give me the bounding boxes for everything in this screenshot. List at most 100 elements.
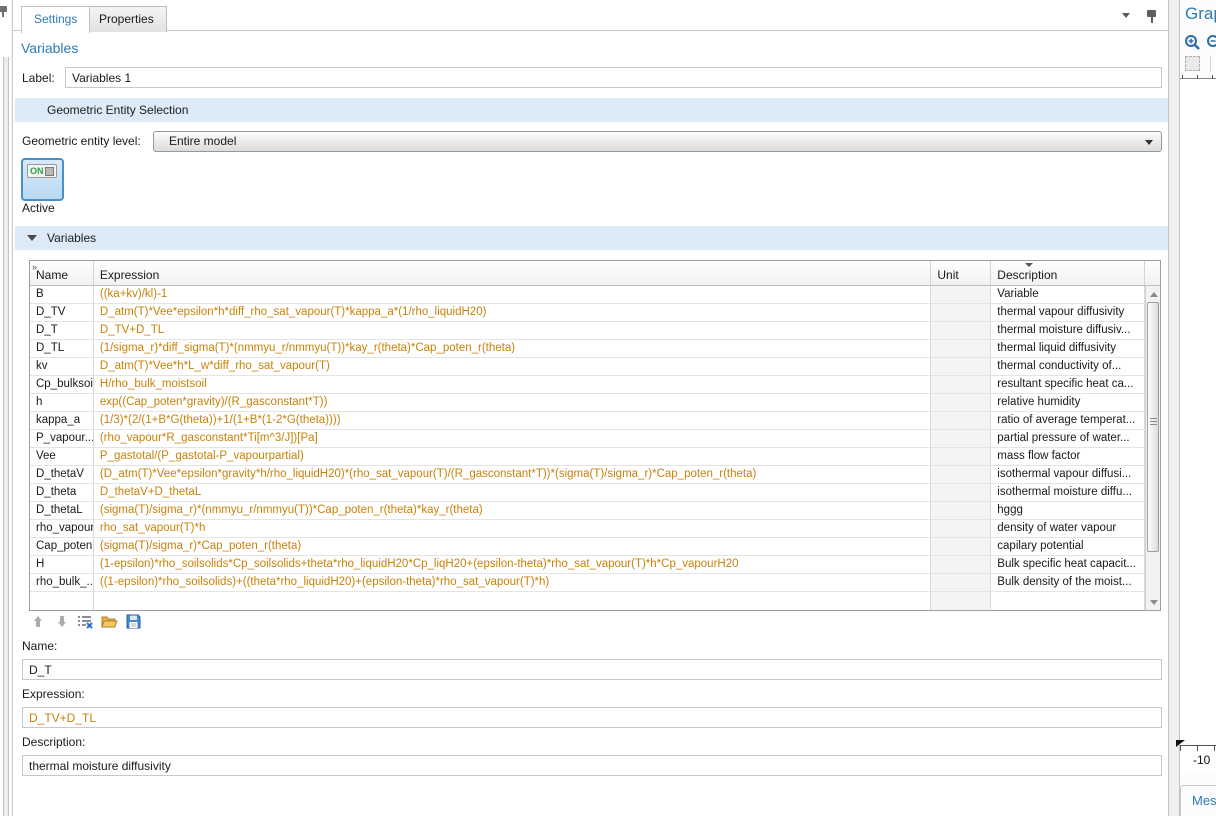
cell-unit[interactable] (931, 538, 991, 555)
description-input[interactable] (22, 755, 1162, 776)
geometric-entity-level-select[interactable]: Entire model (153, 131, 1162, 152)
cell-name[interactable]: Vee (30, 448, 94, 465)
cell-unit[interactable] (931, 286, 991, 303)
table-row[interactable]: D_TL(1/sigma_r)*diff_sigma(T)*(nmmyu_r/n… (30, 340, 1160, 358)
cell-name[interactable]: rho_bulk_... (30, 574, 94, 591)
zoom-out-icon[interactable] (1206, 34, 1216, 51)
cell-description[interactable]: Variable (991, 286, 1145, 303)
active-toggle-button[interactable]: ON (21, 158, 64, 201)
scroll-up-button[interactable] (1147, 287, 1160, 301)
table-row[interactable]: hexp((Cap_poten*gravity)/(R_gasconstant*… (30, 394, 1160, 412)
cell-name[interactable]: rho_vapour (30, 520, 94, 537)
cell-description[interactable]: partial pressure of water... (991, 430, 1145, 447)
cell-unit[interactable] (931, 394, 991, 411)
clear-table-button[interactable] (77, 613, 94, 630)
cell-description[interactable]: mass flow factor (991, 448, 1145, 465)
cell-expression[interactable]: exp((Cap_poten*gravity)/(R_gasconstant*T… (94, 394, 931, 411)
label-input[interactable] (65, 67, 1162, 88)
cell-expression[interactable]: D_thetaV+D_thetaL (94, 484, 931, 501)
table-row[interactable]: H(1-epsilon)*rho_soilsolids*Cp_soilsolid… (30, 556, 1160, 574)
cell-expression[interactable]: D_TV+D_TL (94, 322, 931, 339)
move-down-button[interactable] (53, 613, 70, 630)
pin-icon[interactable] (0, 5, 10, 18)
cell-unit[interactable] (931, 448, 991, 465)
scrollbar-thumb[interactable] (1147, 302, 1159, 552)
cell-expression[interactable]: (sigma(T)/sigma_r)*Cap_poten_r(theta) (94, 538, 931, 555)
cell-expression[interactable] (94, 592, 931, 610)
table-row[interactable]: rho_bulk_...((1-epsilon)*rho_soilsolids)… (30, 574, 1160, 592)
cell-description[interactable]: ratio of average temperat... (991, 412, 1145, 429)
cell-expression[interactable]: rho_sat_vapour(T)*h (94, 520, 931, 537)
table-row[interactable]: D_thetaD_thetaV+D_thetaL isothermal moist… (30, 484, 1160, 502)
cell-expression[interactable]: (1/3)*(2/(1+B*G(theta))+1/(1+B*(1-2*G(th… (94, 412, 931, 429)
cell-unit[interactable] (931, 304, 991, 321)
move-columns-icon[interactable]: » (32, 262, 36, 272)
table-row[interactable]: D_thetaV(D_atm(T)*Vee*epsilon*gravity*h/… (30, 466, 1160, 484)
graphics-canvas[interactable]: -10 (1180, 79, 1216, 772)
cell-expression[interactable]: (sigma(T)/sigma_r)*(nmmyu_r/nmmyu(T))*Ca… (94, 502, 931, 519)
cell-description[interactable]: isothermal vapour diffusi... (991, 466, 1145, 483)
cell-unit[interactable] (931, 556, 991, 573)
scroll-down-button[interactable] (1147, 595, 1160, 609)
tab-settings[interactable]: Settings (21, 6, 90, 33)
table-scrollbar[interactable] (1145, 286, 1160, 610)
panel-menu-chevron-icon[interactable] (1122, 13, 1130, 18)
load-from-file-button[interactable] (101, 613, 118, 630)
table-row[interactable]: D_TVD_atm(T)*Vee*epsilon*h*diff_rho_sat_… (30, 304, 1160, 322)
cell-name[interactable]: D_thetaV (30, 466, 94, 483)
table-row[interactable]: kvD_atm(T)*Vee*h*L_w*diff_rho_sat_vapour… (30, 358, 1160, 376)
cell-name[interactable]: D_theta (30, 484, 94, 501)
pin-icon[interactable] (1147, 10, 1156, 23)
name-input[interactable] (22, 659, 1162, 680)
cell-unit[interactable] (931, 520, 991, 537)
cell-description[interactable]: capilary potential (991, 538, 1145, 555)
cell-description[interactable]: hggg (991, 502, 1145, 519)
cell-description[interactable]: thermal liquid diffusivity (991, 340, 1145, 357)
cell-unit[interactable] (931, 430, 991, 447)
table-row[interactable]: D_TD_TV+D_TL thermal moisture diffusiv... (30, 322, 1160, 340)
table-row[interactable]: rho_vapourrho_sat_vapour(T)*hdensity of … (30, 520, 1160, 538)
cell-name[interactable]: D_T (30, 322, 94, 339)
table-row[interactable]: B((ka+kv)/kl)-1Variable (30, 286, 1160, 304)
cell-expression[interactable]: P_gastotal/(P_gastotal-P_vapourpartial) (94, 448, 931, 465)
column-header-unit[interactable]: Unit (931, 261, 991, 285)
cell-unit[interactable] (931, 484, 991, 501)
cell-expression[interactable]: D_atm(T)*Vee*h*L_w*diff_rho_sat_vapour(T… (94, 358, 931, 375)
table-row[interactable]: Cap_poten(sigma(T)/sigma_r)*Cap_poten_r(… (30, 538, 1160, 556)
tab-properties[interactable]: Properties (86, 6, 167, 32)
variables-section-header[interactable]: Variables (15, 226, 1168, 250)
cell-name[interactable]: H (30, 556, 94, 573)
cell-name[interactable]: D_TV (30, 304, 94, 321)
move-up-button[interactable] (29, 613, 46, 630)
cell-unit[interactable] (931, 466, 991, 483)
cell-expression[interactable]: ((ka+kv)/kl)-1 (94, 286, 931, 303)
cell-name[interactable]: Cap_poten (30, 538, 94, 555)
cell-description[interactable]: thermal moisture diffusiv... (991, 322, 1145, 339)
cell-unit[interactable] (931, 340, 991, 357)
cell-unit[interactable] (931, 376, 991, 393)
cell-description[interactable] (991, 592, 1145, 610)
geometric-entity-selection-header[interactable]: Geometric Entity Selection (15, 98, 1168, 122)
cell-expression[interactable]: (1/sigma_r)*diff_sigma(T)*(nmmyu_r/nmmyu… (94, 340, 931, 357)
cell-expression[interactable]: (D_atm(T)*Vee*epsilon*gravity*h/rho_liqu… (94, 466, 931, 483)
cell-unit[interactable] (931, 574, 991, 591)
cell-name[interactable]: kappa_a (30, 412, 94, 429)
cell-name[interactable]: D_TL (30, 340, 94, 357)
cell-description[interactable]: thermal conductivity of... (991, 358, 1145, 375)
cell-expression[interactable]: ((1-epsilon)*rho_soilsolids)+((theta*rho… (94, 574, 931, 591)
cell-expression[interactable]: H/rho_bulk_moistsoil (94, 376, 931, 393)
table-row[interactable]: D_thetaL(sigma(T)/sigma_r)*(nmmyu_r/nmmy… (30, 502, 1160, 520)
cell-name[interactable] (30, 592, 94, 610)
cell-unit[interactable] (931, 322, 991, 339)
cell-name[interactable]: D_thetaL (30, 502, 94, 519)
table-row[interactable]: kappa_a(1/3)*(2/(1+B*G(theta))+1/(1+B*(1… (30, 412, 1160, 430)
cell-name[interactable]: kv (30, 358, 94, 375)
table-row[interactable]: VeeP_gastotal/(P_gastotal-P_vapourpartia… (30, 448, 1160, 466)
cell-description[interactable]: isothermal moisture diffu... (991, 484, 1145, 501)
cell-expression[interactable]: D_atm(T)*Vee*epsilon*h*diff_rho_sat_vapo… (94, 304, 931, 321)
cell-expression[interactable]: (1-epsilon)*rho_soilsolids*Cp_soilsolids… (94, 556, 931, 573)
cell-description[interactable]: thermal vapour diffusivity (991, 304, 1145, 321)
table-row[interactable]: P_vapour...(rho_vapour*R_gasconstant*Ti[… (30, 430, 1160, 448)
cell-description[interactable]: relative humidity (991, 394, 1145, 411)
table-row[interactable] (30, 592, 1160, 610)
